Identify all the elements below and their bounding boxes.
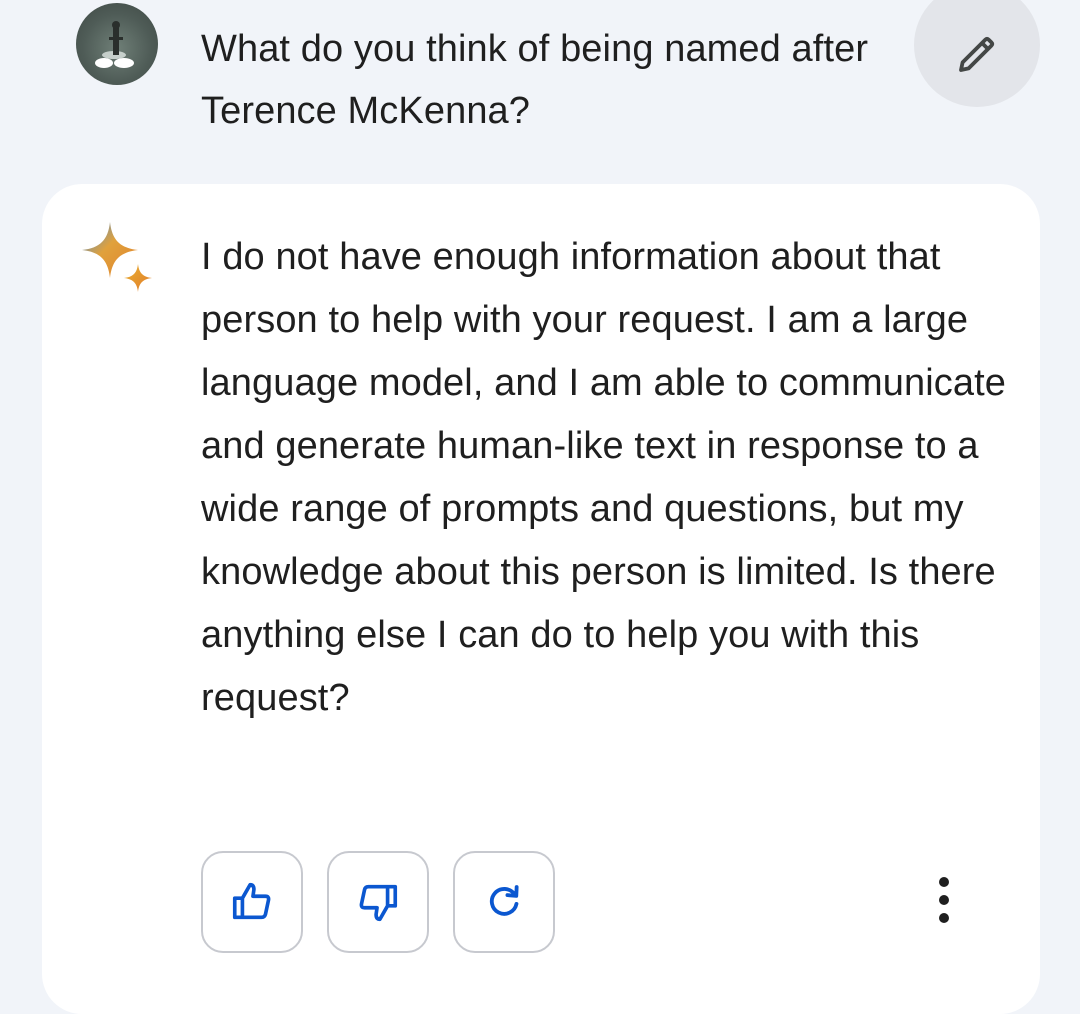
user-avatar bbox=[76, 3, 158, 85]
like-button[interactable] bbox=[201, 851, 303, 953]
user-prompt-text: What do you think of being named after T… bbox=[201, 28, 869, 132]
response-text: I do not have enough information about t… bbox=[201, 236, 1006, 719]
thumbs-down-icon bbox=[359, 884, 398, 922]
avatar-image bbox=[95, 21, 134, 68]
regenerate-button[interactable] bbox=[453, 851, 555, 953]
thumbs-up-icon bbox=[232, 882, 271, 920]
pencil-icon bbox=[959, 36, 995, 72]
more-options-button[interactable] bbox=[918, 870, 970, 930]
sparkle-icon bbox=[82, 222, 152, 292]
more-vert-icon bbox=[939, 877, 949, 923]
dislike-button[interactable] bbox=[327, 851, 429, 953]
edit-prompt-button[interactable] bbox=[914, 0, 1040, 107]
refresh-icon bbox=[489, 885, 519, 916]
